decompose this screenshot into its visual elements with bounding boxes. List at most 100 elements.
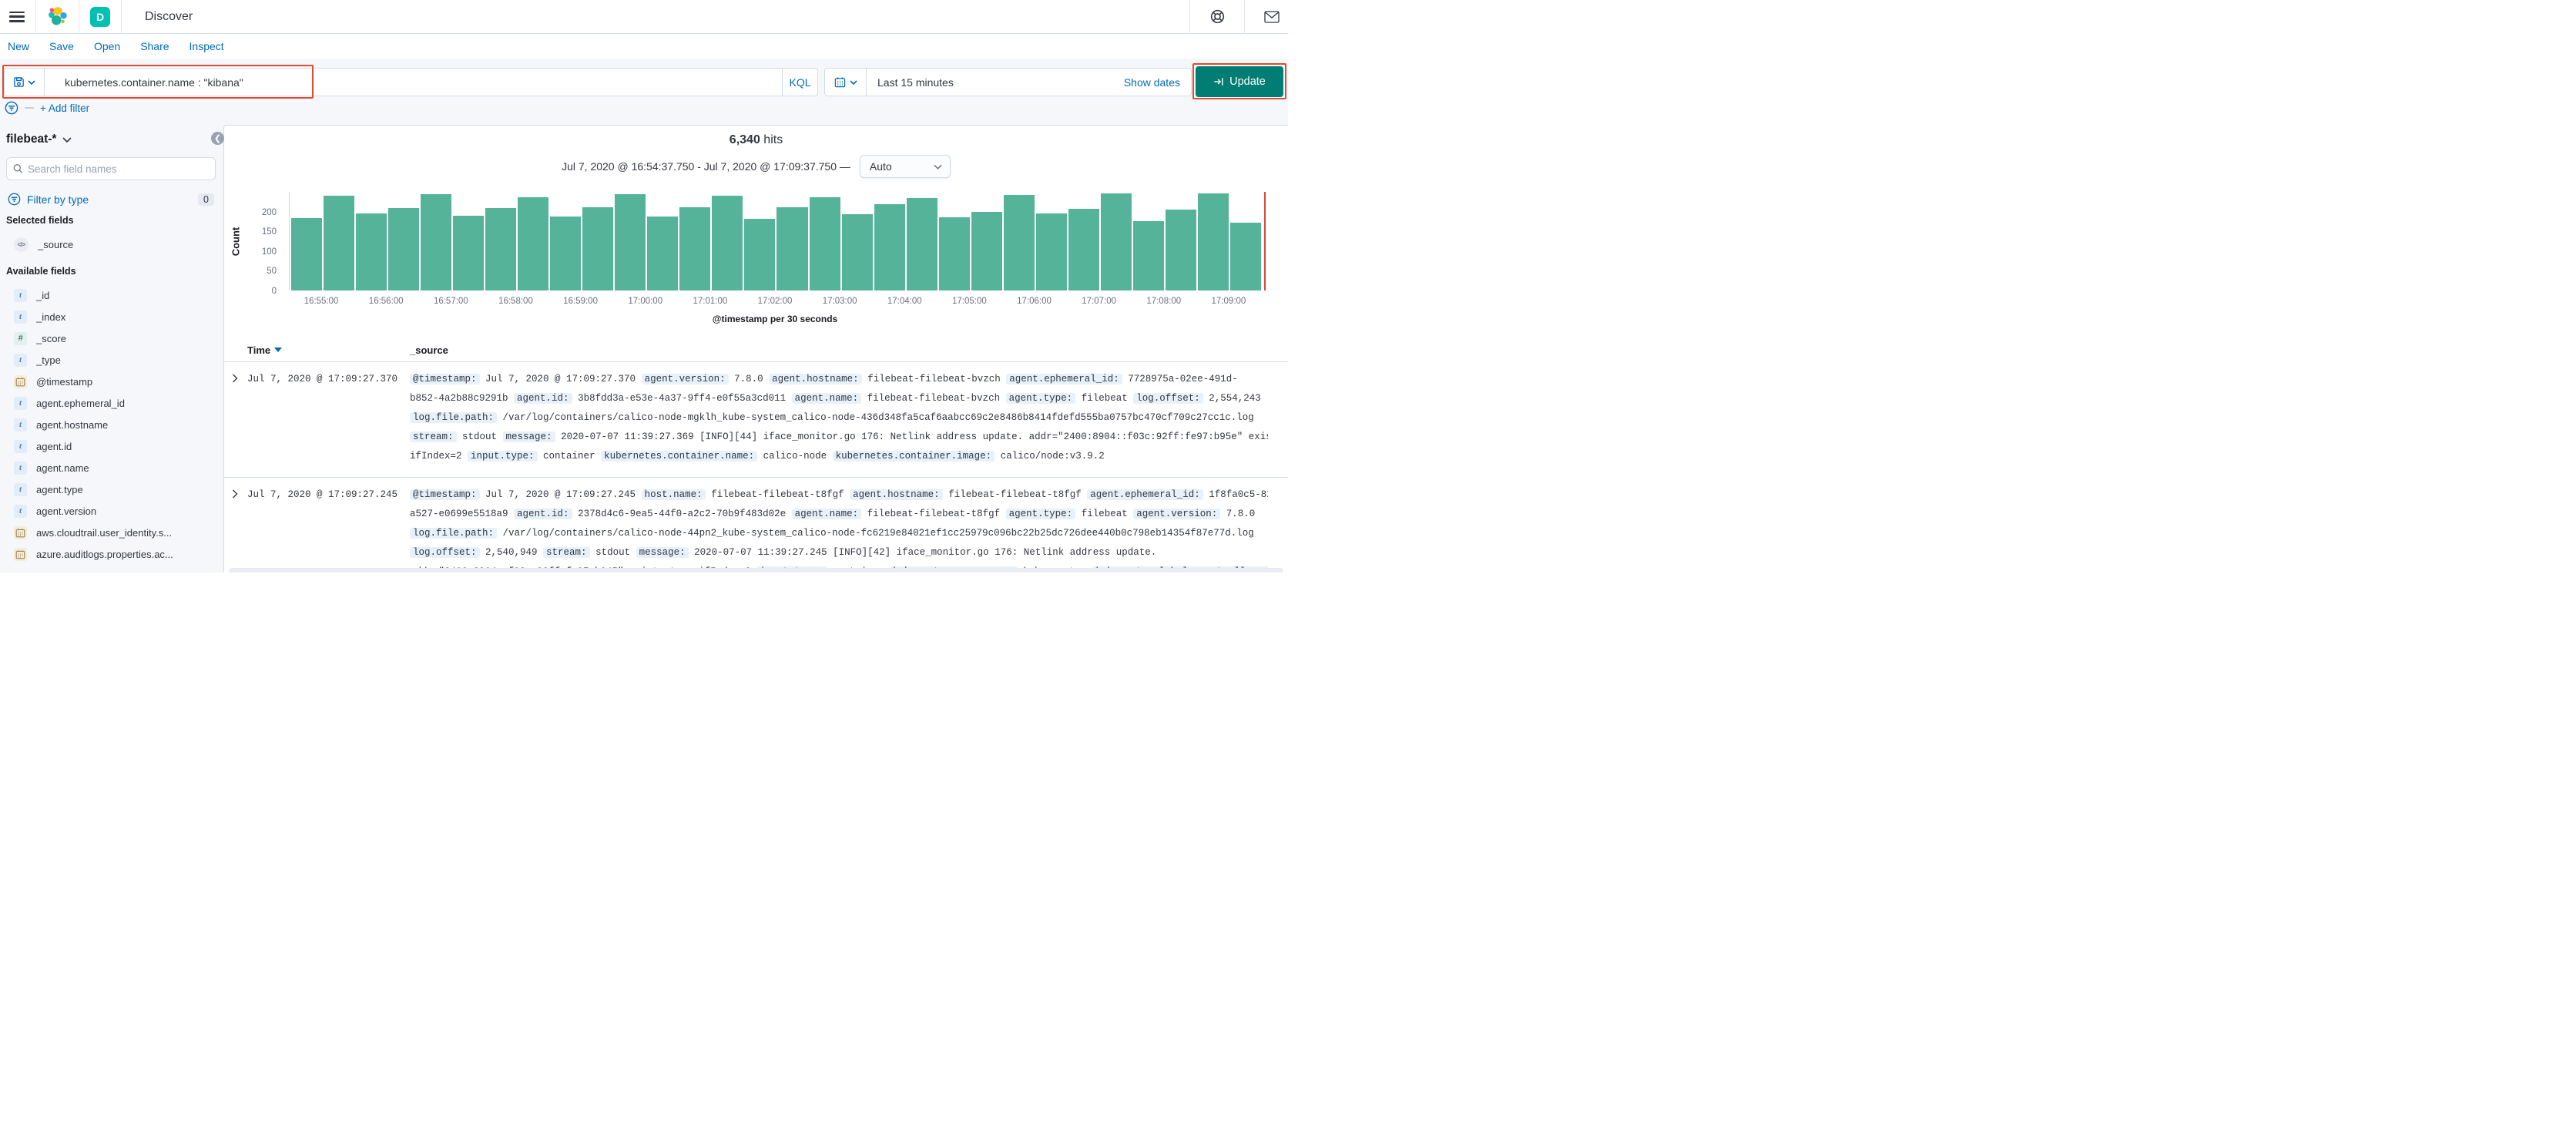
- field-key-badge: message:: [636, 547, 689, 558]
- histogram-bar[interactable]: [1229, 223, 1261, 290]
- histogram-bar[interactable]: [518, 197, 549, 290]
- index-pattern-selector[interactable]: filebeat-*: [6, 133, 216, 146]
- query-bar: kubernetes.container.name : "kibana" KQL: [4, 68, 818, 96]
- field-item[interactable]: t agent.ephemeral_id: [6, 392, 216, 414]
- field-item[interactable]: t agent.version: [6, 500, 216, 522]
- histogram-bar[interactable]: [647, 217, 679, 290]
- nav-inspect[interactable]: Inspect: [190, 40, 224, 52]
- histogram-chart[interactable]: [289, 192, 1261, 290]
- histogram-bar[interactable]: [776, 207, 808, 290]
- histogram-bar[interactable]: [938, 217, 970, 290]
- histogram-bar[interactable]: [615, 194, 646, 290]
- histogram-bar[interactable]: [356, 213, 387, 290]
- field-item[interactable]: t agent.id: [6, 435, 216, 457]
- field-item[interactable]: t agent.name: [6, 457, 216, 478]
- hits-label: hits: [763, 133, 783, 146]
- histogram-bar[interactable]: [1068, 208, 1099, 290]
- field-key-badge: agent.ephemeral_id:: [1087, 489, 1203, 500]
- histogram-bar[interactable]: [1035, 213, 1067, 290]
- field-item[interactable]: t agent.hostname: [6, 414, 216, 435]
- histogram-bar[interactable]: [679, 207, 711, 290]
- discover-top-nav: New Save Open Share Inspect: [0, 34, 1288, 59]
- field-key-badge: log.offset:: [410, 547, 480, 558]
- query-language-button[interactable]: KQL: [782, 69, 817, 96]
- histogram-bar[interactable]: [324, 196, 355, 290]
- elastic-logo: [47, 6, 68, 27]
- field-label: agent.hostname: [36, 418, 109, 431]
- histogram-bar[interactable]: [874, 203, 905, 290]
- histogram-bar[interactable]: [1132, 220, 1164, 290]
- update-button[interactable]: Update: [1196, 66, 1283, 97]
- doc-table-header: Time _source: [224, 338, 1288, 362]
- field-search-input[interactable]: [27, 163, 209, 175]
- field-label: _score: [36, 332, 67, 344]
- histogram-bar[interactable]: [550, 216, 582, 290]
- menu-icon[interactable]: [9, 11, 25, 22]
- date-picker: Last 15 minutes Show dates: [824, 68, 1192, 96]
- expand-row-icon[interactable]: [224, 370, 247, 466]
- histogram-bar[interactable]: [388, 207, 420, 290]
- show-dates-button[interactable]: Show dates: [1124, 76, 1191, 89]
- add-filter-button[interactable]: + Add filter: [40, 102, 89, 114]
- string-field-icon: t: [14, 482, 27, 496]
- time-column-header[interactable]: Time: [247, 344, 270, 356]
- histogram-bar[interactable]: [744, 219, 776, 290]
- field-item[interactable]: aws.cloudtrail.user_identity.s...: [6, 522, 216, 543]
- histogram-bar[interactable]: [485, 207, 517, 290]
- sort-desc-icon[interactable]: [274, 348, 283, 352]
- discover-main-panel: 6,340 hits Jul 7, 2020 @ 16:54:37.750 - …: [223, 125, 1288, 572]
- help-button[interactable]: [1201, 0, 1233, 34]
- newsfeed-mail-button[interactable]: [1256, 0, 1288, 34]
- divider: [35, 0, 36, 34]
- field-item[interactable]: t _index: [6, 306, 216, 327]
- nav-share[interactable]: Share: [140, 40, 169, 52]
- histogram-bar[interactable]: [906, 197, 937, 290]
- field-key-badge: agent.hostname:: [850, 489, 943, 500]
- calendar-icon: [834, 77, 845, 88]
- collapse-sidebar-button[interactable]: ❮: [211, 132, 224, 145]
- query-input[interactable]: kubernetes.container.name : "kibana": [45, 76, 782, 89]
- time-range-value[interactable]: Last 15 minutes: [867, 76, 954, 89]
- histogram-bar[interactable]: [712, 196, 743, 290]
- field-item[interactable]: azure.auditlogs.properties.ac...: [6, 543, 216, 565]
- field-item[interactable]: # _score: [6, 327, 216, 349]
- histogram-bar[interactable]: [1197, 193, 1229, 290]
- field-key-badge: agent.type:: [1005, 509, 1076, 519]
- histogram-bar[interactable]: [1003, 194, 1035, 290]
- filter-by-type-button[interactable]: Filter by type: [27, 193, 89, 206]
- histogram-bar[interactable]: [582, 207, 614, 290]
- histogram-bar[interactable]: [1100, 193, 1132, 290]
- expand-row-icon[interactable]: [224, 485, 247, 572]
- nav-save[interactable]: Save: [49, 40, 74, 52]
- chart-time-range-label: Jul 7, 2020 @ 16:54:37.750 - Jul 7, 2020…: [562, 160, 850, 173]
- date-quick-select-button[interactable]: [825, 69, 867, 96]
- field-item[interactable]: t _type: [6, 349, 216, 371]
- histogram-bar[interactable]: [809, 196, 840, 290]
- string-field-icon: t: [14, 504, 27, 518]
- filter-icon[interactable]: [5, 101, 18, 115]
- nav-new[interactable]: New: [8, 40, 29, 52]
- discover-app-badge[interactable]: D: [90, 6, 110, 27]
- chevron-down-icon: [28, 79, 35, 85]
- field-item[interactable]: t _id: [6, 284, 216, 306]
- current-time-marker: [1264, 192, 1266, 290]
- histogram-bar[interactable]: [971, 212, 1002, 290]
- histogram-bar[interactable]: [453, 216, 485, 290]
- field-item[interactable]: t agent.type: [6, 478, 216, 500]
- field-item-source[interactable]: </> _source: [6, 233, 216, 255]
- histogram-bar[interactable]: [841, 214, 873, 290]
- field-item[interactable]: @timestamp: [6, 371, 216, 392]
- field-key-badge: @timestamp:: [410, 374, 480, 384]
- field-key-badge: message:: [502, 431, 555, 442]
- saved-query-menu-button[interactable]: [5, 69, 45, 96]
- field-key-badge: agent.type:: [1005, 393, 1076, 404]
- histogram-bar[interactable]: [421, 194, 452, 290]
- doc-table-rows: Jul 7, 2020 @ 17:09:27.370 @timestamp: Ju…: [224, 362, 1288, 572]
- interval-select[interactable]: Auto: [859, 155, 951, 178]
- histogram-bar[interactable]: [1165, 210, 1196, 290]
- field-search-box: [6, 157, 216, 180]
- source-field-icon: </>: [14, 237, 29, 252]
- nav-open[interactable]: Open: [94, 40, 120, 52]
- histogram-bar[interactable]: [291, 218, 323, 290]
- horizontal-scrollbar[interactable]: [229, 568, 1283, 572]
